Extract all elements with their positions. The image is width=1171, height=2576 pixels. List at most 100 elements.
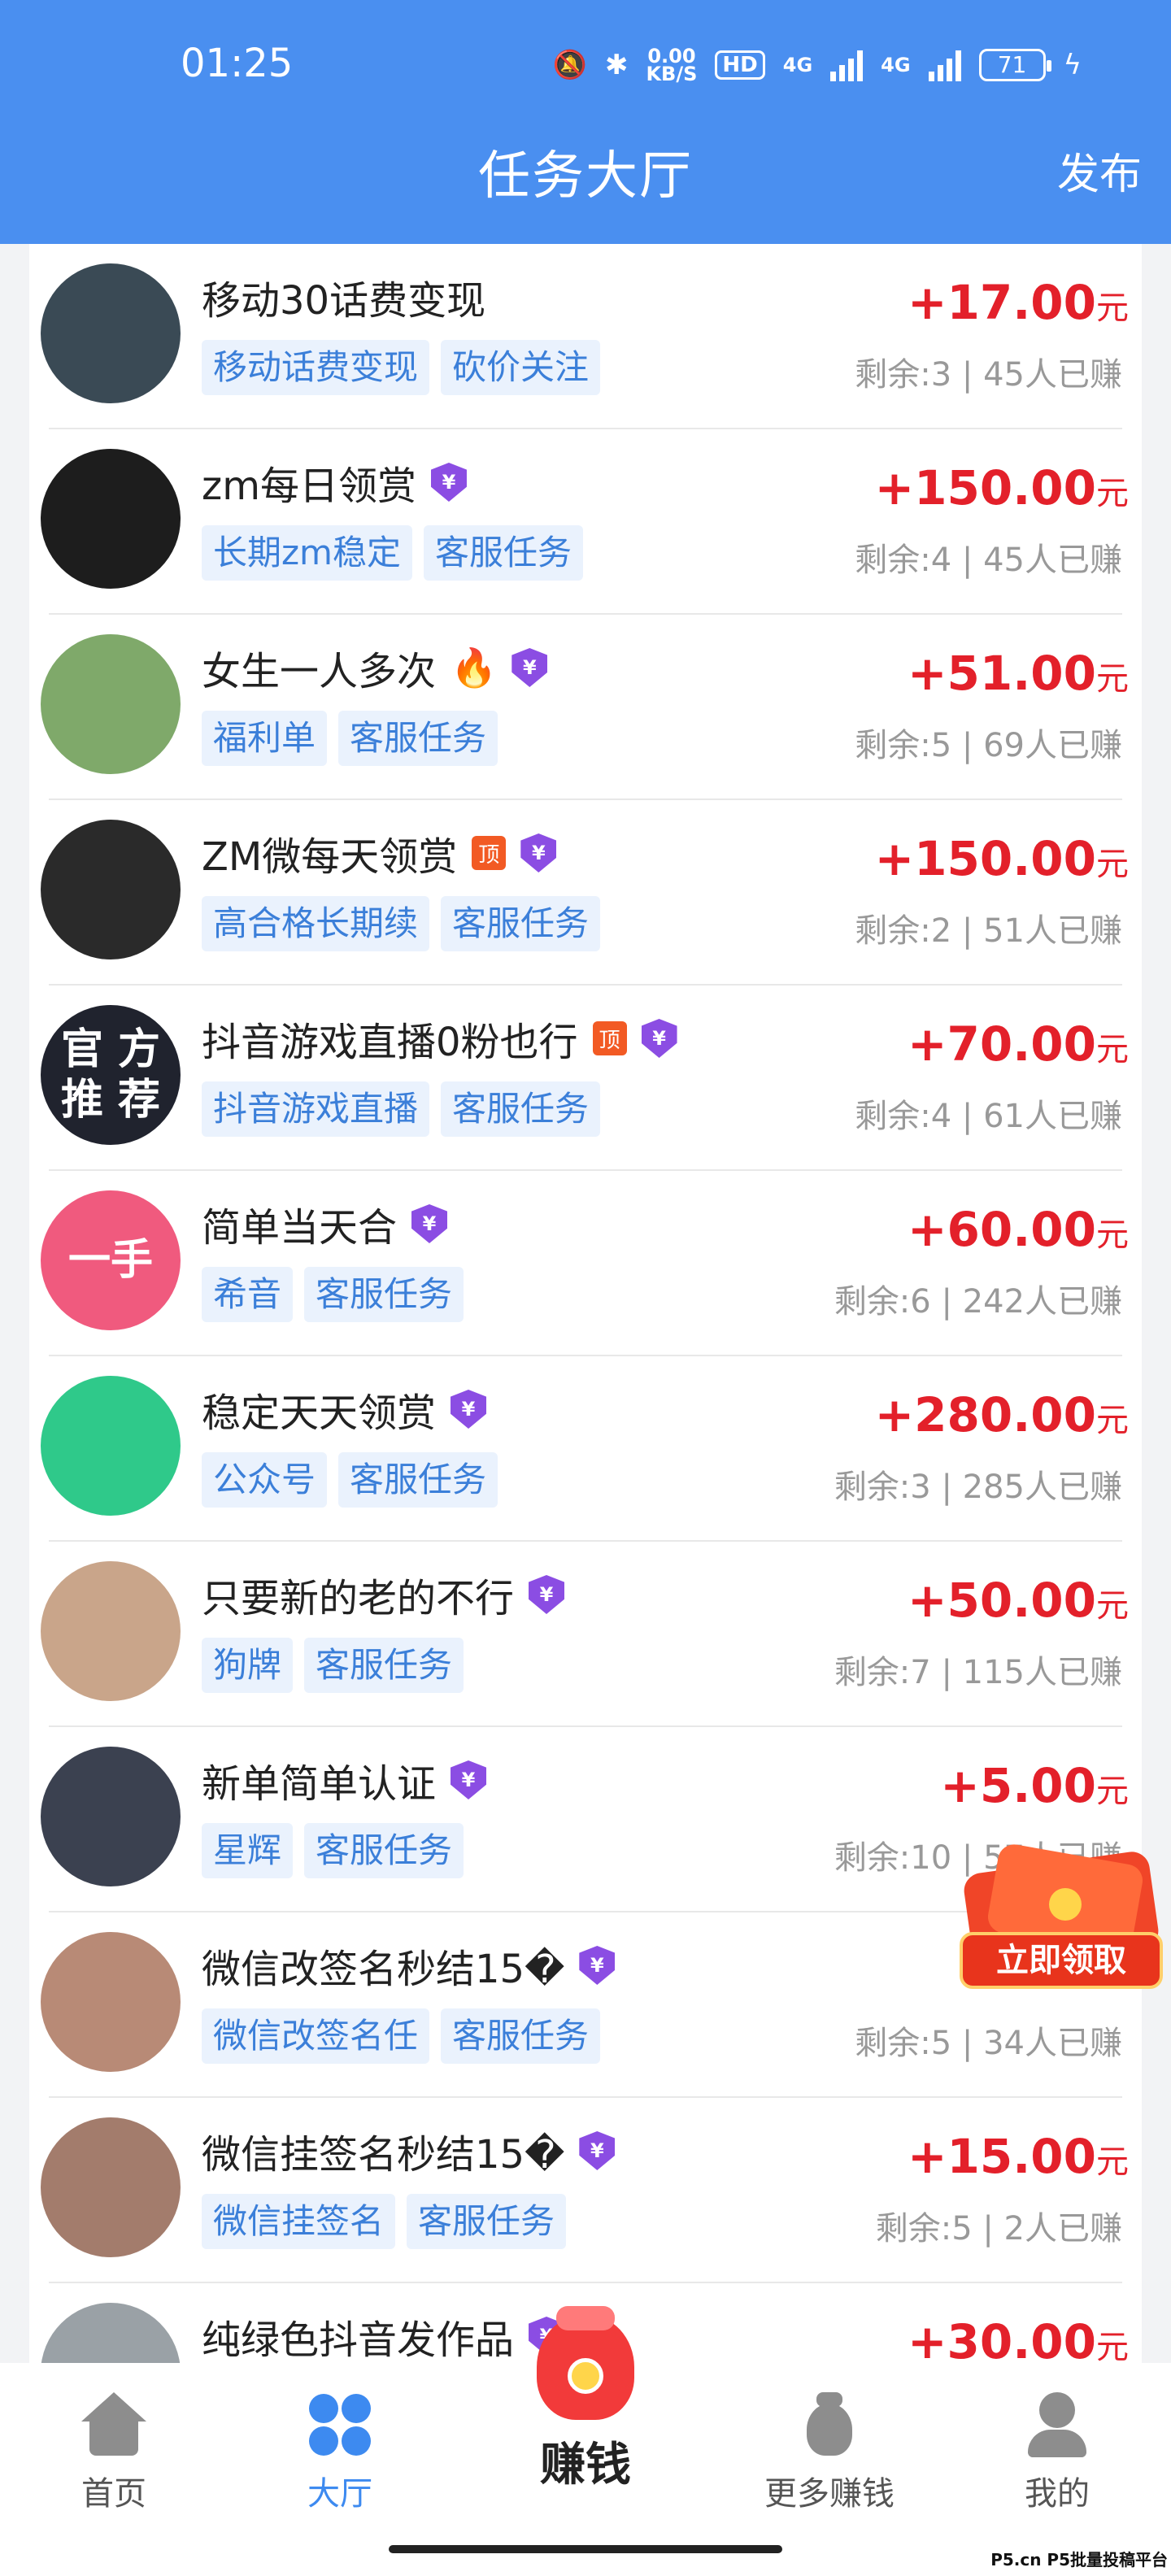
task-reward: +150.00元 xyxy=(875,460,1129,516)
vip-shield-icon: ¥ xyxy=(579,1946,616,1985)
reward-amount: +60.00 xyxy=(907,1202,1096,1257)
red-packet-button[interactable]: 立即领取 xyxy=(960,1842,1163,2000)
hd-icon: HD xyxy=(715,50,765,80)
task-title: zm每日领赏 xyxy=(202,463,416,509)
task-title-wrap: 抖音游戏直播0粉也行顶 ¥ xyxy=(202,1010,677,1067)
vip-shield-icon: ¥ xyxy=(430,463,467,502)
reward-amount: +70.00 xyxy=(907,1016,1096,1072)
task-meta: 剩余:5 | 34人已赚 xyxy=(855,2025,1122,2062)
task-tag: 希音 xyxy=(202,1267,294,1322)
vip-shield-icon: ¥ xyxy=(579,2131,616,2170)
task-reward: +30.00元 xyxy=(908,2314,1129,2363)
reward-unit: 元 xyxy=(1096,1031,1129,1068)
task-meta: 剩余:5 | 2人已赚 xyxy=(875,2210,1122,2247)
avatar xyxy=(41,263,181,403)
reward-amount: +280.00 xyxy=(874,1387,1096,1442)
task-meta: 剩余:5 | 69人已赚 xyxy=(855,727,1122,764)
task-reward: +5.00元 xyxy=(940,1758,1129,1813)
task-reward: +150.00元 xyxy=(875,831,1129,886)
task-tag: 客服任务 xyxy=(407,2194,567,2249)
nav-me-label: 我的 xyxy=(1025,2475,1090,2513)
signal-icon-2 xyxy=(928,49,961,81)
task-row[interactable]: ZM微每天领赏顶 ¥ 高合格长期续 客服任务 +150.00元 剩余:2 | 51人已赚 xyxy=(29,800,1142,986)
task-tag: 客服任务 xyxy=(423,525,583,581)
avatar xyxy=(41,449,181,589)
task-row[interactable]: 微信挂签名秒结15� ¥ 微信挂签名 客服任务 +15.00元 剩余:5 | 2人已赚 xyxy=(29,2098,1142,2283)
task-tag: 客服任务 xyxy=(304,1638,464,1693)
avatar xyxy=(41,1561,181,1701)
task-tag: 客服任务 xyxy=(338,1452,498,1508)
top-badge: 顶 xyxy=(472,836,507,870)
task-meta: 剩余:7 | 115人已赚 xyxy=(834,1654,1122,1691)
task-row[interactable]: 稳定天天领赏 ¥ 公众号 客服任务 +280.00元 剩余:3 | 285人已赚 xyxy=(29,1356,1142,1542)
task-title-wrap: 移动30话费变现 xyxy=(202,268,485,325)
task-reward: +50.00元 xyxy=(908,1573,1129,1628)
reward-amount: +50.00 xyxy=(907,1573,1096,1628)
task-title-wrap: 纯绿色抖音发作品¥ xyxy=(202,2308,565,2363)
nav-me[interactable]: 我的 xyxy=(960,2379,1155,2542)
task-reward: +280.00元 xyxy=(875,1387,1129,1442)
task-row[interactable]: 移动30话费变现 移动话费变现 砍价关注 +17.00元 剩余:3 | 45人已赚 xyxy=(29,244,1142,429)
task-title: 只要新的老的不行 xyxy=(202,1576,515,1621)
task-row[interactable]: 一手 简单当天合 ¥ 希音 客服任务 +60.00元 剩余:6 | 242人已赚 xyxy=(29,1171,1142,1356)
bottom-nav: 首页 大厅 赚钱 更多赚钱 我的 xyxy=(0,2306,1171,2576)
signal-icon xyxy=(830,49,864,81)
task-row[interactable]: 只要新的老的不行 ¥ 狗牌 客服任务 +50.00元 剩余:7 | 115人已赚 xyxy=(29,1542,1142,1727)
nav-earn[interactable]: 赚钱 xyxy=(520,2306,651,2517)
nav-hall[interactable]: 大厅 xyxy=(242,2379,437,2542)
task-tag: 高合格长期续 xyxy=(202,896,430,951)
task-title: 微信改签名秒结15� xyxy=(202,1947,565,1992)
task-row[interactable]: 官 方 推 荐抖音游戏直播0粉也行顶 ¥ 抖音游戏直播 客服任务 +70.00元 剩余:4… xyxy=(29,986,1142,1171)
task-list: 移动30话费变现 移动话费变现 砍价关注 +17.00元 剩余:3 | 45人已赚 zm每… xyxy=(29,244,1142,2363)
reward-amount: +150.00 xyxy=(874,460,1096,516)
task-row[interactable]: 女生一人多次 🔥 ¥ 福利单 客服任务 +51.00元 剩余:5 | 69人已赚 xyxy=(29,615,1142,800)
user-icon xyxy=(1025,2392,1090,2457)
task-title-wrap: 微信改签名秒结15� ¥ xyxy=(202,1937,616,1994)
task-tag: 砍价关注 xyxy=(441,340,601,395)
mute-icon: 🔕 xyxy=(552,49,587,81)
task-tag: 微信挂签名 xyxy=(202,2194,396,2249)
task-title-wrap: 新单简单认证 ¥ xyxy=(202,1751,487,1808)
coin-icon xyxy=(1049,1888,1082,1921)
home-indicator xyxy=(389,2545,782,2553)
watermark: P5.cn P5批量投稿平台 xyxy=(990,2550,1168,2569)
task-tags: 希音 客服任务 xyxy=(202,1267,464,1322)
bluetooth-icon: ✱ xyxy=(604,49,629,81)
task-row[interactable]: zm每日领赏 ¥ 长期zm稳定 客服任务 +150.00元 剩余:4 | 45人已赚 xyxy=(29,429,1142,615)
avatar xyxy=(41,820,181,959)
task-title-wrap: 稳定天天领赏 ¥ xyxy=(202,1381,487,1438)
status-time: 01:25 xyxy=(181,41,294,86)
task-tags: 微信改签名任 客服任务 xyxy=(202,2008,601,2064)
task-tags: 狗牌 客服任务 xyxy=(202,1638,464,1693)
task-reward: +70.00元 xyxy=(908,1016,1129,1072)
top-badge: 顶 xyxy=(592,1021,627,1055)
task-tags: 移动话费变现 砍价关注 xyxy=(202,340,601,395)
task-meta: 剩余:4 | 45人已赚 xyxy=(855,542,1122,579)
money-bag-knot xyxy=(556,2306,615,2330)
task-title: 纯绿色抖音发作品 xyxy=(202,2317,515,2363)
vip-shield-icon: ¥ xyxy=(451,1390,487,1429)
reward-amount: +30.00 xyxy=(907,2314,1096,2363)
vip-shield-icon: ¥ xyxy=(451,1760,487,1799)
avatar xyxy=(41,634,181,774)
task-title: 抖音游戏直播0粉也行 xyxy=(202,1020,578,1065)
reward-unit: 元 xyxy=(1096,289,1129,327)
nav-more[interactable]: 更多赚钱 xyxy=(732,2379,927,2542)
task-tag: 移动话费变现 xyxy=(202,340,430,395)
reward-unit: 元 xyxy=(1096,1773,1129,1810)
task-meta: 剩余:4 | 61人已赚 xyxy=(855,1098,1122,1135)
task-meta: 剩余:2 | 51人已赚 xyxy=(855,912,1122,950)
charging-icon: ϟ xyxy=(1063,49,1082,81)
task-tag: 福利单 xyxy=(202,711,328,766)
vip-shield-icon: ¥ xyxy=(411,1204,448,1243)
avatar xyxy=(41,1932,181,2072)
app-header: 01:25 🔕 ✱ 0.00 KB/S HD 4G 4G 71 ϟ 任务大厅 发布 xyxy=(0,0,1171,244)
nav-home[interactable]: 首页 xyxy=(16,2379,211,2542)
reward-amount: +150.00 xyxy=(874,831,1096,886)
task-title: 移动30话费变现 xyxy=(202,278,486,324)
task-tags: 抖音游戏直播 客服任务 xyxy=(202,1081,601,1137)
status-bar: 01:25 🔕 ✱ 0.00 KB/S HD 4G 4G 71 ϟ xyxy=(0,33,1171,98)
task-meta: 剩余:3 | 45人已赚 xyxy=(855,356,1122,394)
task-title-wrap: ZM微每天领赏顶 ¥ xyxy=(202,825,557,881)
publish-button[interactable]: 发布 xyxy=(1057,140,1142,201)
